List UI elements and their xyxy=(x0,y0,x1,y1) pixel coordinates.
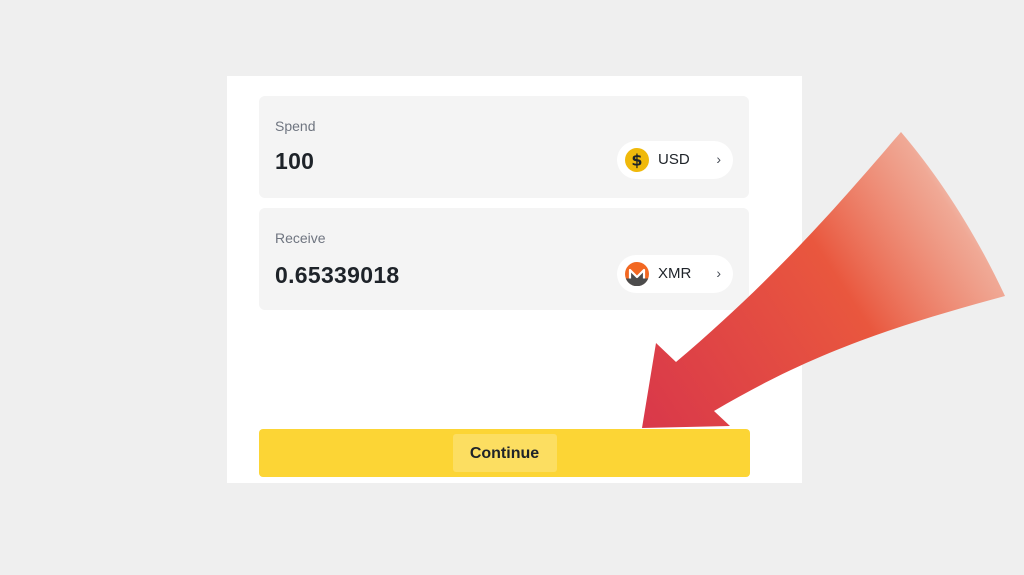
spend-currency-select[interactable]: $ USD › xyxy=(617,141,733,179)
spend-amount-input[interactable]: 100 xyxy=(275,148,314,175)
spend-currency-code: USD xyxy=(658,151,690,168)
buy-crypto-card: Spend 100 $ USD › Receive 0.65339018 XMR… xyxy=(227,76,802,483)
spend-field[interactable]: Spend 100 $ USD › xyxy=(259,96,749,198)
receive-currency-code: XMR xyxy=(658,265,692,282)
receive-currency-select[interactable]: XMR › xyxy=(617,255,733,293)
continue-button[interactable]: Continue xyxy=(259,429,750,477)
receive-label: Receive xyxy=(275,230,326,246)
dollar-coin-icon: $ xyxy=(625,148,649,172)
chevron-right-icon: › xyxy=(716,151,721,167)
receive-amount-value: 0.65339018 xyxy=(275,262,400,288)
spend-label: Spend xyxy=(275,118,316,134)
receive-field[interactable]: Receive 0.65339018 XMR › xyxy=(259,208,749,310)
svg-text:$: $ xyxy=(631,151,642,170)
continue-button-label: Continue xyxy=(469,445,540,462)
monero-icon xyxy=(625,262,649,286)
chevron-right-icon: › xyxy=(716,265,721,281)
